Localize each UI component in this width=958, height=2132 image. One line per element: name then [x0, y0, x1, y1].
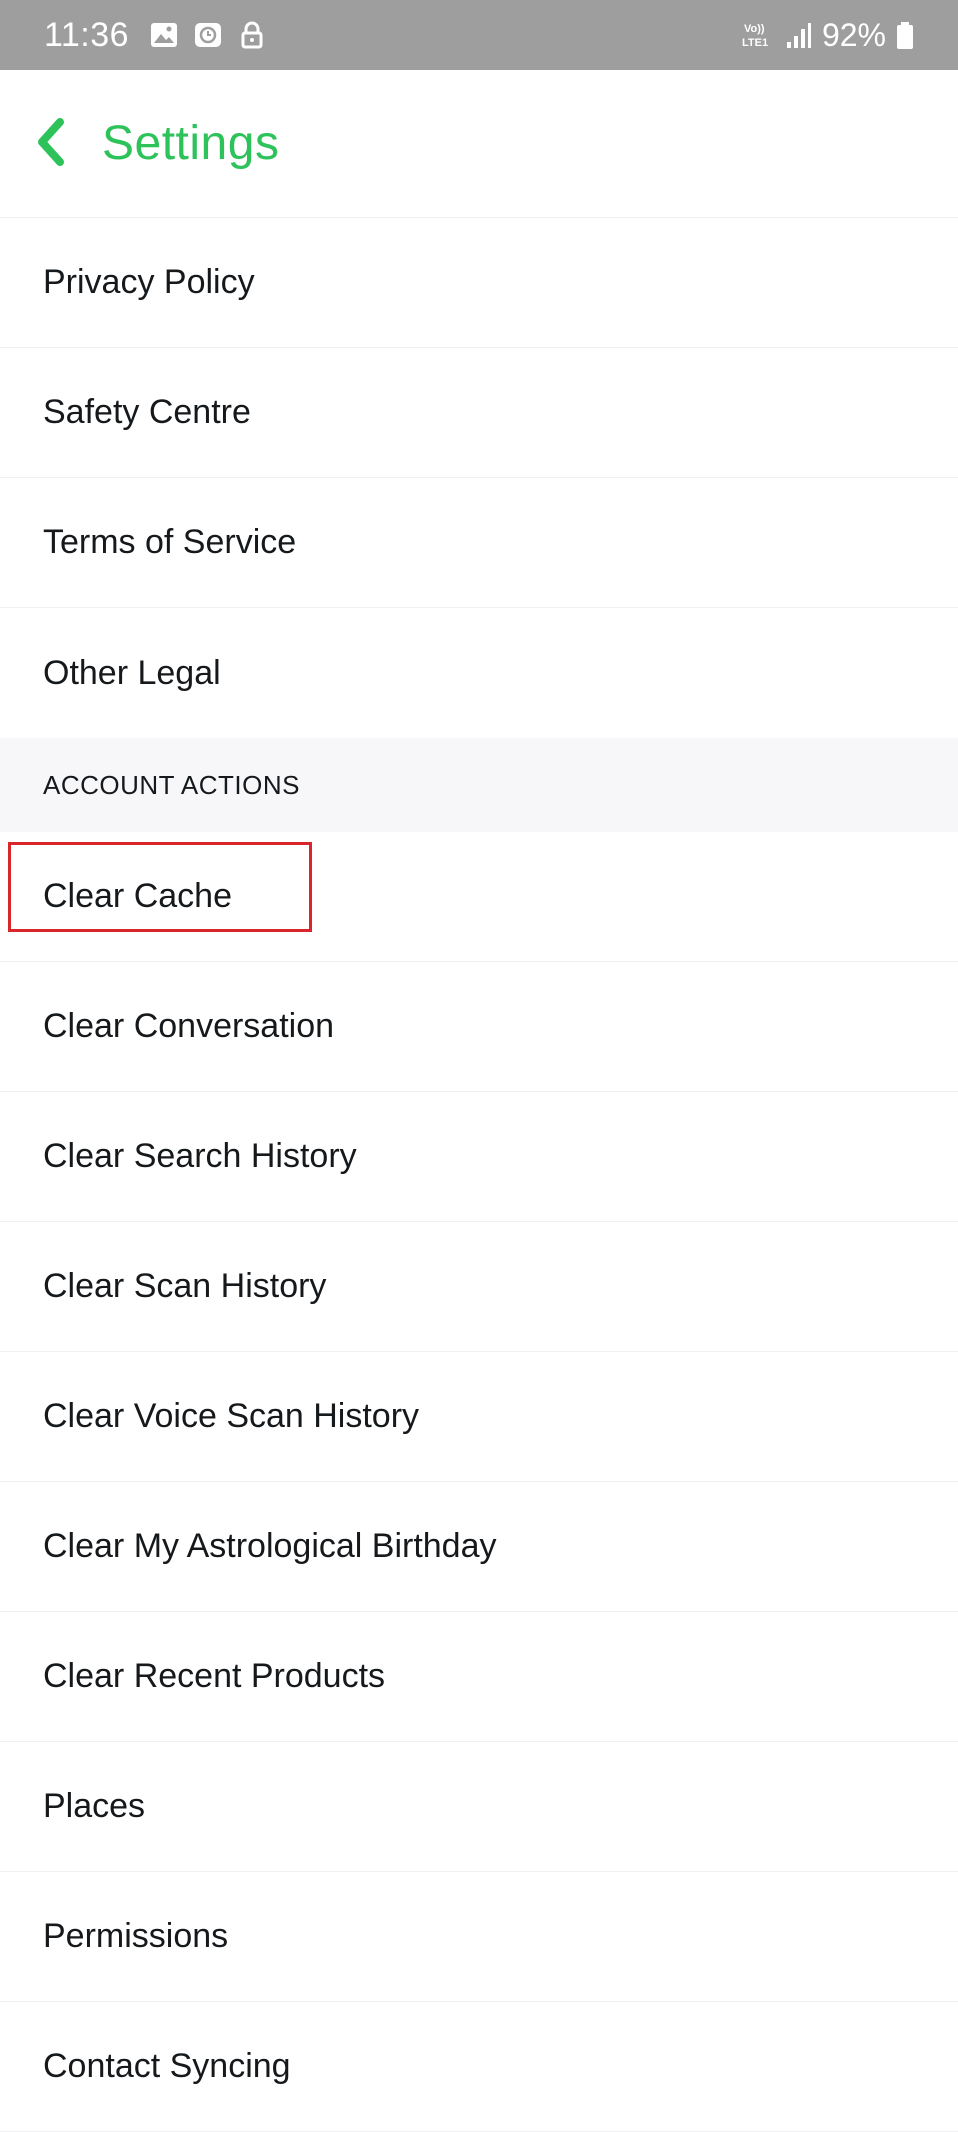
clear-recent-products-item[interactable]: Clear Recent Products	[0, 1612, 958, 1742]
clear-voice-scan-history-item[interactable]: Clear Voice Scan History	[0, 1352, 958, 1482]
alarm-icon	[195, 23, 222, 47]
page-title: Settings	[102, 117, 280, 170]
list-item-label: Clear Voice Scan History	[43, 1397, 420, 1435]
settings-list: Privacy Policy Safety Centre Terms of Se…	[0, 218, 958, 2132]
list-item-label: Permissions	[43, 1917, 229, 1955]
list-item-label: Clear Recent Products	[43, 1657, 386, 1695]
chevron-left-icon[interactable]	[30, 114, 74, 170]
list-item-label: Privacy Policy	[43, 263, 255, 301]
permissions-item[interactable]: Permissions	[0, 1872, 958, 2002]
clear-scan-history-item[interactable]: Clear Scan History	[0, 1222, 958, 1352]
lock-icon	[241, 21, 263, 49]
clear-astrological-birthday-item[interactable]: Clear My Astrological Birthday	[0, 1482, 958, 1612]
gallery-icon	[151, 23, 178, 47]
list-item-label: Clear My Astrological Birthday	[43, 1527, 497, 1565]
signal-icon	[786, 23, 811, 48]
battery-percentage: 92%	[821, 16, 886, 53]
list-item-label: Contact Syncing	[43, 2047, 291, 2085]
places-item[interactable]: Places	[0, 1742, 958, 1872]
section-title: ACCOUNT ACTIONS	[43, 769, 300, 800]
privacy-policy-item[interactable]: Privacy Policy	[0, 218, 958, 348]
list-item-label: Places	[43, 1787, 146, 1825]
clear-search-history-item[interactable]: Clear Search History	[0, 1092, 958, 1222]
list-item-label: Clear Cache	[43, 877, 232, 915]
clear-cache-item[interactable]: Clear Cache	[0, 832, 958, 962]
list-item-label: Clear Conversation	[43, 1007, 335, 1045]
battery-icon	[897, 22, 913, 49]
list-item-label: Safety Centre	[43, 393, 251, 431]
list-item-label: Terms of Service	[43, 523, 297, 561]
clear-conversation-item[interactable]: Clear Conversation	[0, 962, 958, 1092]
status-time: 11:36	[44, 15, 130, 54]
status-left: 11:36	[44, 16, 267, 55]
list-item-label: Clear Scan History	[43, 1267, 327, 1305]
status-right: Vo)) LTE1 92%	[742, 17, 914, 54]
contact-syncing-item[interactable]: Contact Syncing	[0, 2002, 958, 2132]
settings-header: Settings	[0, 70, 958, 218]
svg-text:LTE1: LTE1	[742, 37, 768, 49]
volte-icon: Vo)) LTE1	[742, 23, 768, 49]
account-actions-section-header: ACCOUNT ACTIONS	[0, 738, 958, 832]
list-item-label: Clear Search History	[43, 1137, 357, 1175]
status-bar: 11:36 Vo)) LTE1 92%	[0, 0, 958, 70]
other-legal-item[interactable]: Other Legal	[0, 608, 958, 738]
list-item-label: Other Legal	[43, 653, 221, 692]
safety-centre-item[interactable]: Safety Centre	[0, 348, 958, 478]
svg-text:Vo)): Vo))	[744, 23, 765, 35]
terms-of-service-item[interactable]: Terms of Service	[0, 478, 958, 608]
